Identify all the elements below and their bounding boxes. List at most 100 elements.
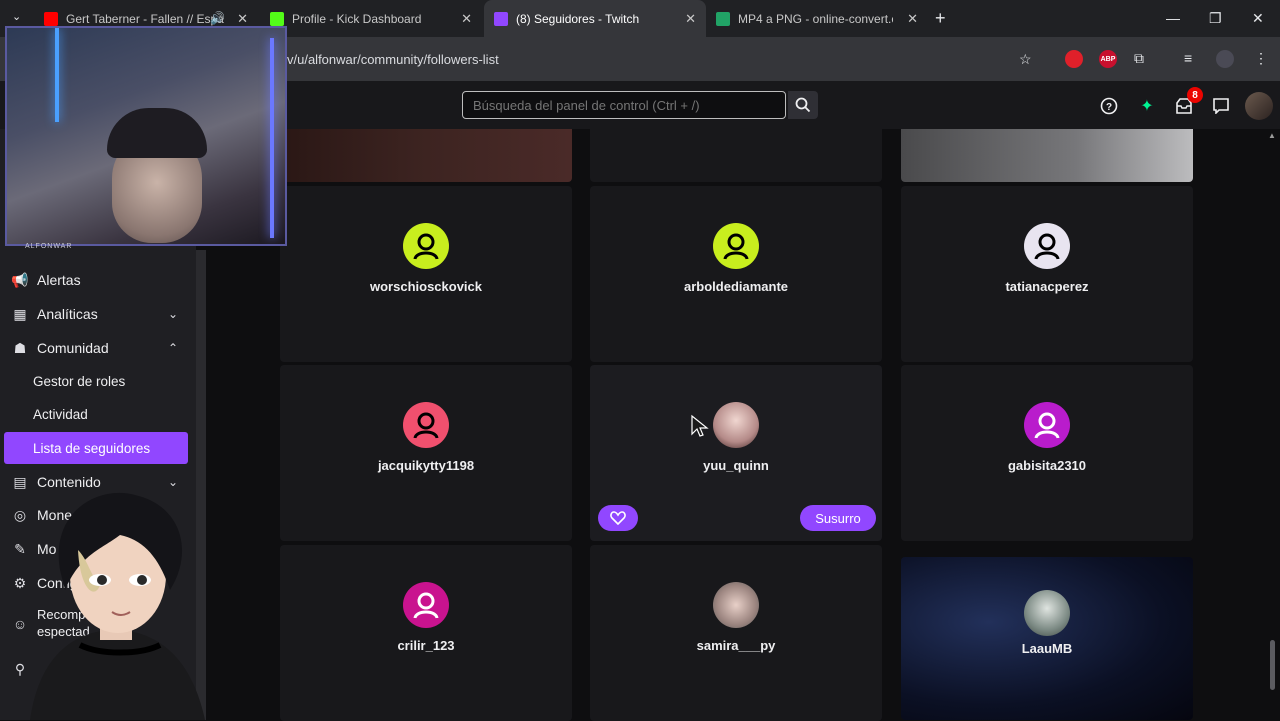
youtube-icon (44, 11, 58, 26)
close-tab-icon[interactable]: ✕ (461, 11, 472, 27)
close-window-icon[interactable]: ✕ (1252, 10, 1264, 27)
avatar (403, 582, 449, 628)
follower-name[interactable]: yuu_quinn (590, 458, 882, 473)
page-scrollbar[interactable] (1266, 129, 1280, 720)
scroll-up-icon[interactable]: ▲ (1268, 131, 1276, 140)
tab-title: (8) Seguidores - Twitch (516, 11, 640, 26)
follow-heart-button[interactable] (598, 505, 638, 531)
follower-card[interactable]: gabisita2310 (901, 365, 1193, 541)
streamer-hat (107, 108, 207, 158)
sidebar-item-label: Comunidad (37, 340, 109, 356)
whisper-button[interactable]: Susurro (800, 505, 876, 531)
megaphone-icon: 📢 (11, 271, 29, 288)
user-icon (413, 233, 439, 260)
user-icon (723, 233, 749, 260)
avatar (713, 223, 759, 269)
tab-title: Gert Taberner - Fallen // Espa (66, 11, 224, 26)
scrollbar-thumb[interactable] (1270, 640, 1275, 690)
url-field[interactable]: v/u/alfonwar/community/followers-list (287, 52, 499, 67)
close-tab-icon[interactable]: ✕ (685, 11, 696, 27)
twitch-icon (494, 11, 508, 26)
sidebar-item-label: Analíticas (37, 306, 98, 322)
avatar (1024, 223, 1070, 269)
adblock-icon[interactable]: ABP (1099, 50, 1117, 68)
new-tab-button[interactable]: + (935, 8, 946, 29)
mouse-cursor-icon (691, 414, 709, 437)
sidebar-subitem-actividad[interactable]: Actividad (4, 398, 188, 430)
follower-card[interactable]: jacquikytty1198 (280, 365, 572, 541)
profile-icon[interactable] (1216, 50, 1234, 68)
sparkle-icon[interactable]: ✦ (1137, 96, 1157, 116)
user-icon (1034, 233, 1060, 260)
chevron-down-icon: ⌄ (167, 307, 178, 321)
follower-card[interactable]: crilir_123 (280, 545, 572, 721)
avatar (403, 402, 449, 448)
bookmark-star-icon[interactable]: ☆ (1019, 51, 1032, 68)
community-icon: ☗ (13, 339, 27, 356)
follower-card-partial[interactable] (280, 129, 572, 182)
follower-name[interactable]: gabisita2310 (901, 458, 1193, 473)
sidebar-item-alertas[interactable]: 📢 Alertas (0, 265, 196, 295)
follower-card-partial[interactable] (901, 129, 1193, 182)
extension-red-icon[interactable] (1065, 50, 1083, 68)
tab-twitch[interactable]: (8) Seguidores - Twitch ✕ (484, 0, 706, 37)
follower-name[interactable]: arboldediamante (590, 279, 882, 294)
browser-menu-icon[interactable]: ⋮ (1254, 50, 1268, 67)
follower-card-banner[interactable]: LaauMB (901, 557, 1193, 720)
follower-card[interactable]: worschiosckovick (280, 186, 572, 362)
minimize-icon[interactable]: — (1166, 10, 1180, 26)
help-icon[interactable]: ? (1099, 96, 1119, 116)
close-tab-icon[interactable]: ✕ (237, 11, 248, 27)
sidebar-item-label: Alertas (37, 272, 81, 288)
neon-light (55, 28, 59, 122)
follower-name[interactable]: samira___py (590, 638, 882, 653)
photo-avatar (1024, 590, 1070, 636)
tab-online-convert[interactable]: MP4 a PNG - online-convert.co ✕ (706, 0, 928, 37)
follower-name[interactable]: LaauMB (901, 641, 1193, 656)
sidebar-item-analiticas[interactable]: ▦ Analíticas ⌄ (0, 299, 196, 329)
sidebar-subitem-gestor-de-roles[interactable]: Gestor de roles (4, 365, 188, 397)
dashboard-search-input[interactable] (462, 91, 786, 119)
avatar (403, 223, 449, 269)
media-controls-icon[interactable]: ≡ (1184, 50, 1192, 66)
follower-name[interactable]: tatianacperez (901, 279, 1193, 294)
whispers-icon[interactable] (1211, 96, 1231, 116)
webcam-label: ALFONWAR (25, 243, 73, 250)
photo-avatar (713, 402, 759, 448)
follower-name[interactable]: worschiosckovick (280, 279, 572, 294)
follower-card[interactable]: samira___py (590, 545, 882, 721)
search-icon (795, 97, 811, 113)
user-icon (413, 412, 439, 439)
excel-icon (716, 11, 730, 26)
tab-title: Profile - Kick Dashboard (292, 11, 422, 26)
user-icon (1034, 412, 1060, 439)
vtuber-avatar-overlay (30, 492, 205, 720)
audio-icon[interactable]: 🔊 (210, 11, 225, 25)
tab-search-icon[interactable]: ⌄ (12, 10, 21, 23)
chevron-up-icon: ⌃ (167, 341, 178, 355)
sidebar-item-comunidad[interactable]: ☗ Comunidad ⌃ (0, 333, 196, 363)
heart-icon (610, 511, 626, 525)
follower-card[interactable]: arboldediamante (590, 186, 882, 362)
follower-name[interactable]: crilir_123 (280, 638, 572, 653)
follower-card[interactable]: tatianacperez (901, 186, 1193, 362)
analytics-icon: ▦ (13, 305, 27, 322)
search-button[interactable] (788, 91, 818, 119)
extensions-icon[interactable]: ⧉ (1134, 50, 1144, 67)
sidebar-subitem-lista-de-seguidores[interactable]: Lista de seguidores (4, 432, 188, 464)
restore-icon[interactable]: ❐ (1209, 10, 1222, 27)
photo-avatar (713, 582, 759, 628)
neon-light (270, 38, 274, 238)
user-avatar[interactable] (1245, 92, 1273, 120)
tab-kick[interactable]: Profile - Kick Dashboard ✕ (260, 0, 482, 37)
webcam-overlay (5, 26, 287, 246)
avatar (1024, 402, 1070, 448)
notification-badge: 8 (1187, 87, 1203, 103)
follower-card-partial[interactable] (590, 129, 882, 182)
svg-text:?: ? (1106, 102, 1112, 113)
follower-name[interactable]: jacquikytty1198 (280, 458, 572, 473)
close-tab-icon[interactable]: ✕ (907, 11, 918, 27)
kick-icon (270, 11, 284, 26)
user-icon (413, 592, 439, 619)
tab-title: MP4 a PNG - online-convert.co (738, 11, 893, 26)
